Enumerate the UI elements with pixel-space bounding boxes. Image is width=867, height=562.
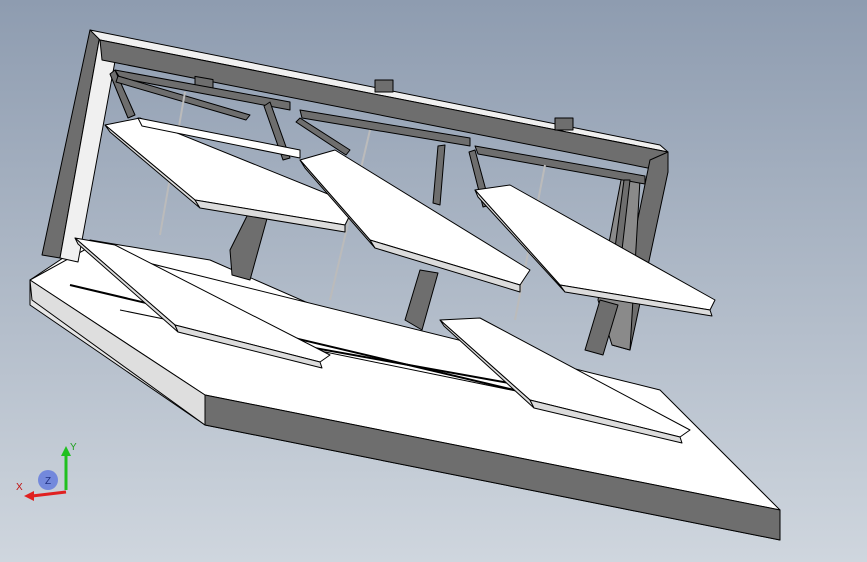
z-axis-icon: Z — [38, 470, 58, 490]
svg-text:Y: Y — [70, 442, 77, 453]
upper-tray-3 — [474, 184, 716, 317]
svg-text:Z: Z — [45, 476, 51, 487]
y-axis-arrow-icon: Y — [61, 442, 77, 490]
orientation-triad[interactable]: Z Y X — [14, 440, 84, 510]
graphics-viewport[interactable]: Z Y X — [0, 0, 867, 562]
svg-text:X: X — [16, 482, 23, 493]
3d-model-view[interactable] — [0, 0, 867, 562]
